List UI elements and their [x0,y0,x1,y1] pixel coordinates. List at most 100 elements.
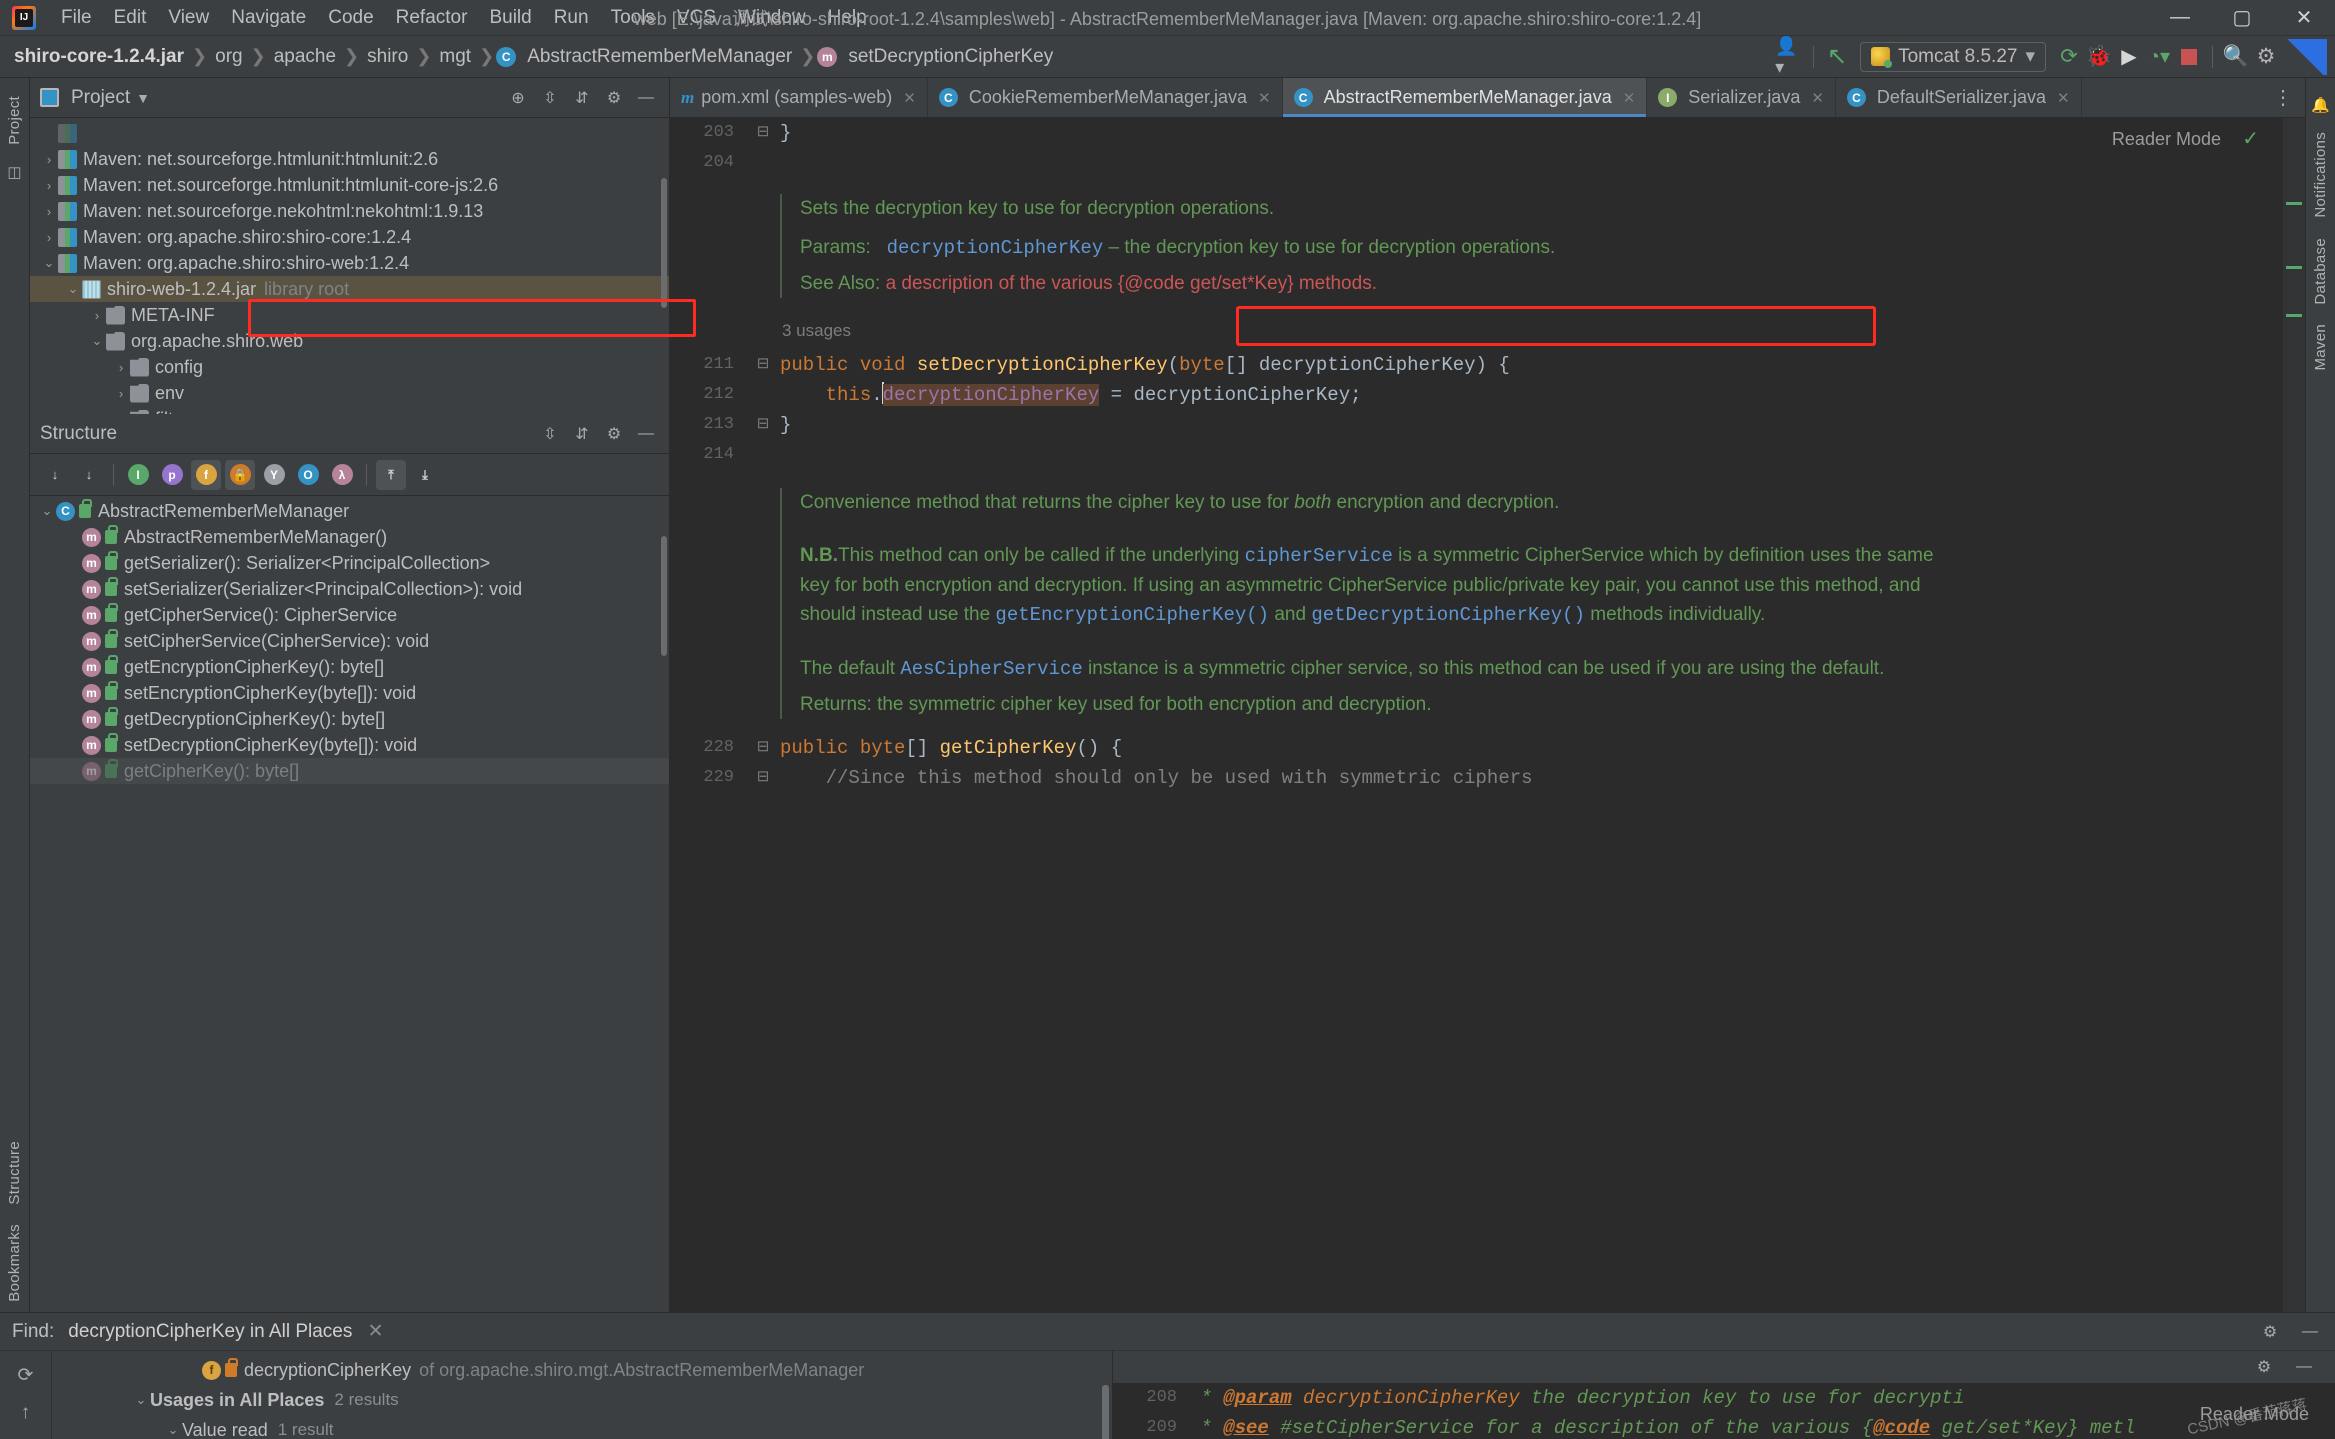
tab-overflow-button[interactable]: ⋮ [2261,78,2305,117]
close-icon[interactable]: ✕ [903,89,916,107]
structure-tree-node[interactable]: mgetCipherKey(): byte[] [30,758,669,784]
rerun-search-icon[interactable]: ⟳ [8,1357,44,1392]
next-occurrence-icon[interactable]: ↓ [8,1432,44,1439]
structure-tree-node[interactable]: mgetEncryptionCipherKey(): byte[] [30,654,669,680]
collapse-all-icon[interactable]: ⇵ [569,421,595,447]
structure-tree-node[interactable]: msetSerializer(Serializer<PrincipalColle… [30,576,669,602]
breadcrumb-class[interactable]: AbstractRememberMeManager [521,46,798,68]
menu-run[interactable]: Run [543,4,600,32]
run-with-coverage-icon[interactable]: ▶ [2114,42,2144,72]
gear-icon[interactable]: ⚙ [601,85,627,111]
tree-toggle-icon[interactable]: ⌄ [88,333,106,349]
show-objects-icon[interactable]: O [293,460,323,490]
commit-icon[interactable]: ◫ [4,161,26,183]
prev-occurrence-icon[interactable]: ↑ [8,1395,44,1430]
structure-tree-node[interactable]: msetCipherService(CipherService): void [30,628,669,654]
gear-icon[interactable]: ⚙ [601,421,627,447]
fold-icon[interactable]: ⊟ [746,733,780,763]
editor-tab[interactable]: CAbstractRememberMeManager.java✕ [1283,78,1648,117]
collapse-all-icon[interactable]: ⤓ [410,460,440,490]
settings-icon[interactable]: ⚙ [2251,42,2281,72]
close-button[interactable]: ✕ [2273,0,2335,36]
menu-vcs[interactable]: VCS [666,4,727,32]
tree-toggle-icon[interactable]: › [88,308,106,323]
show-properties-icon[interactable]: p [157,460,187,490]
tree-toggle-icon[interactable]: ⌄ [40,255,58,271]
close-icon[interactable]: ✕ [1623,89,1636,107]
hide-icon[interactable]: — [633,421,659,447]
tree-toggle-icon[interactable]: › [40,152,58,167]
gear-icon[interactable]: ⚙ [2257,1319,2283,1345]
inspections-ok-icon[interactable]: ✓ [2242,126,2259,156]
project-tree[interactable]: ›Maven: net.sourceforge.htmlunit:htmluni… [30,118,669,414]
structure-tree-node[interactable]: mgetCipherService(): CipherService [30,602,669,628]
structure-tree-node[interactable]: mgetDecryptionCipherKey(): byte[] [30,706,669,732]
collapse-all-icon[interactable]: ⇵ [569,85,595,111]
find-result-node[interactable]: ⌄Value read1 result [52,1415,1112,1439]
tree-toggle-icon[interactable]: ⌄ [132,1392,150,1408]
sort-by-visibility-icon[interactable]: ↓ [40,460,70,490]
breadcrumb-shiro[interactable]: shiro [361,46,414,68]
chevron-down-icon[interactable]: ▼ [136,90,150,106]
tree-toggle-icon[interactable]: › [40,230,58,245]
find-tree-scrollbar[interactable] [1102,1385,1109,1439]
hide-icon[interactable]: — [2291,1354,2317,1380]
expand-all-icon[interactable]: ⤒ [376,460,406,490]
sort-alphabetically-icon[interactable]: ↓ [74,460,104,490]
javadoc-link-cipherservice[interactable]: cipherService [1245,545,1393,567]
expand-all-icon[interactable]: ⇳ [537,421,563,447]
tree-toggle-icon[interactable]: ⌄ [38,503,56,519]
structure-toolbar[interactable]: ↓↓Ipf🔒YOλ⤒⤓ [30,454,669,496]
locate-icon[interactable]: ⊕ [505,85,531,111]
structure-tree-node[interactable]: msetDecryptionCipherKey(byte[]): void [30,732,669,758]
show-anonymous-icon[interactable]: Y [259,460,289,490]
user-icon[interactable]: 👤▾ [1775,42,1805,72]
run-configuration-selector[interactable]: Tomcat 8.5.27 ▾ [1860,42,2046,72]
breadcrumb-jar[interactable]: shiro-core-1.2.4.jar [8,46,190,68]
structure-tree-node[interactable]: msetEncryptionCipherKey(byte[]): void [30,680,669,706]
tool-button-structure[interactable]: Structure [6,1141,23,1205]
menu-view[interactable]: View [157,4,220,32]
breadcrumb-method[interactable]: setDecryptionCipherKey [842,46,1059,68]
editor-code-area[interactable]: Reader Mode ✓ 203 ⊟ } 204 Sets the decry… [670,118,2305,1312]
editor-tab[interactable]: mpom.xml (samples-web)✕ [670,78,928,117]
javadoc-link-getencryptioncipherkey[interactable]: getEncryptionCipherKey() [995,604,1269,626]
menu-help[interactable]: Help [817,4,878,32]
find-result-node[interactable]: ⌄Usages in All Places2 results [52,1385,1112,1415]
menu-navigate[interactable]: Navigate [220,4,317,32]
close-icon[interactable]: ✕ [1811,89,1824,107]
structure-tree[interactable]: ⌄CAbstractRememberMeManagermAbstractReme… [30,496,669,1312]
editor-tab-bar[interactable]: mpom.xml (samples-web)✕CCookieRememberMe… [670,78,2305,118]
menu-window[interactable]: Window [727,4,817,32]
project-tree-node[interactable]: ›Maven: org.apache.shiro:shiro-core:1.2.… [30,224,669,250]
project-tree-node[interactable]: ›config [30,354,669,380]
project-tree-node[interactable] [30,120,669,146]
stop-icon[interactable] [2174,42,2204,72]
menu-refactor[interactable]: Refactor [385,4,479,32]
tree-toggle-icon[interactable]: › [112,386,130,401]
find-query-tab[interactable]: decryptionCipherKey in All Places ✕ [68,1320,383,1343]
tree-toggle-icon[interactable]: › [40,178,58,193]
editor-tab[interactable]: CCookieRememberMeManager.java✕ [928,78,1283,117]
menu-code[interactable]: Code [317,4,384,32]
editor-tab[interactable]: CDefaultSerializer.java✕ [1836,78,2082,117]
breadcrumb-mgt[interactable]: mgt [433,46,477,68]
show-fields-icon[interactable]: f [191,460,221,490]
project-tree-node[interactable]: ›Maven: net.sourceforge.nekohtml:nekohtm… [30,198,669,224]
minimize-button[interactable]: — [2149,0,2211,36]
find-target-node[interactable]: fdecryptionCipherKeyof org.apache.shiro.… [52,1355,1112,1385]
maximize-button[interactable]: ▢ [2211,0,2273,36]
debug-icon[interactable]: 🐞 [2084,42,2114,72]
tool-button-maven[interactable]: Maven [2312,324,2329,371]
structure-tree-node[interactable]: mgetSerializer(): Serializer<PrincipalCo… [30,550,669,576]
breadcrumb-org[interactable]: org [209,46,248,68]
tree-toggle-icon[interactable]: › [40,204,58,219]
project-tree-node[interactable]: ›filter [30,406,669,414]
fold-icon[interactable]: ⊟ [746,763,780,793]
menu-file[interactable]: File [50,4,103,32]
reader-mode-label[interactable]: Reader Mode [2112,124,2221,154]
find-results-tree[interactable]: fdecryptionCipherKeyof org.apache.shiro.… [52,1351,1112,1439]
rerun-icon[interactable]: ⟳ [2054,42,2084,72]
expand-all-icon[interactable]: ⇳ [537,85,563,111]
tool-button-bookmarks[interactable]: Bookmarks [6,1224,23,1302]
